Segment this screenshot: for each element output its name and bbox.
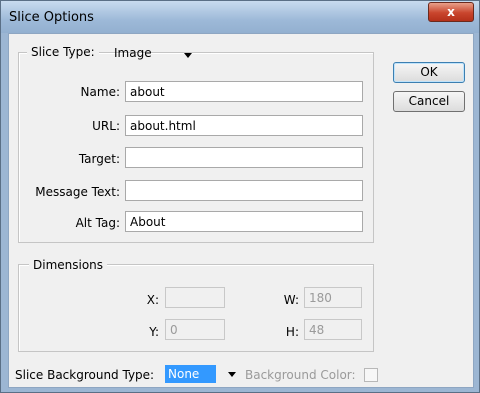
cancel-button[interactable]: Cancel xyxy=(393,91,465,112)
alt-tag-field[interactable]: About xyxy=(125,211,363,232)
window-title: Slice Options xyxy=(9,10,94,25)
slice-type-select[interactable]: Image xyxy=(110,45,202,66)
message-text-label: Message Text: xyxy=(35,185,120,199)
dialog-window: Slice Options x Slice Type: Image Name: … xyxy=(0,0,480,393)
w-label: W: xyxy=(283,293,299,307)
x-field xyxy=(165,287,225,308)
target-label: Target: xyxy=(78,152,120,166)
dialog-body: Slice Type: Image Name: about URL: about… xyxy=(8,33,474,388)
w-field: 180 xyxy=(304,287,362,308)
close-button[interactable]: x xyxy=(428,2,474,22)
background-type-label: Slice Background Type: xyxy=(15,368,155,382)
background-color-label: Background Color: xyxy=(245,368,356,382)
chevron-down-icon xyxy=(228,372,236,377)
background-color-swatch xyxy=(364,368,378,382)
alt-tag-label: Alt Tag: xyxy=(75,216,120,230)
url-field[interactable]: about.html xyxy=(125,115,363,136)
title-bar[interactable]: Slice Options x xyxy=(1,1,479,33)
url-label: URL: xyxy=(92,119,120,133)
target-field[interactable] xyxy=(125,147,363,168)
background-type-select[interactable]: None xyxy=(165,364,245,385)
slice-type-value: Image xyxy=(114,46,152,60)
background-type-value: None xyxy=(165,365,216,383)
y-field: 0 xyxy=(165,319,225,340)
ok-button[interactable]: OK xyxy=(393,62,465,83)
message-text-field[interactable] xyxy=(125,180,363,201)
name-field[interactable]: about xyxy=(125,81,363,102)
x-label: X: xyxy=(146,293,159,307)
name-label: Name: xyxy=(80,85,120,99)
h-label: H: xyxy=(285,325,299,339)
h-field: 48 xyxy=(304,319,362,340)
y-label: Y: xyxy=(149,325,159,339)
dimensions-title: Dimensions xyxy=(29,258,108,272)
close-icon: x xyxy=(447,5,455,19)
chevron-down-icon xyxy=(184,53,192,58)
slice-type-label: Slice Type: xyxy=(27,45,99,59)
